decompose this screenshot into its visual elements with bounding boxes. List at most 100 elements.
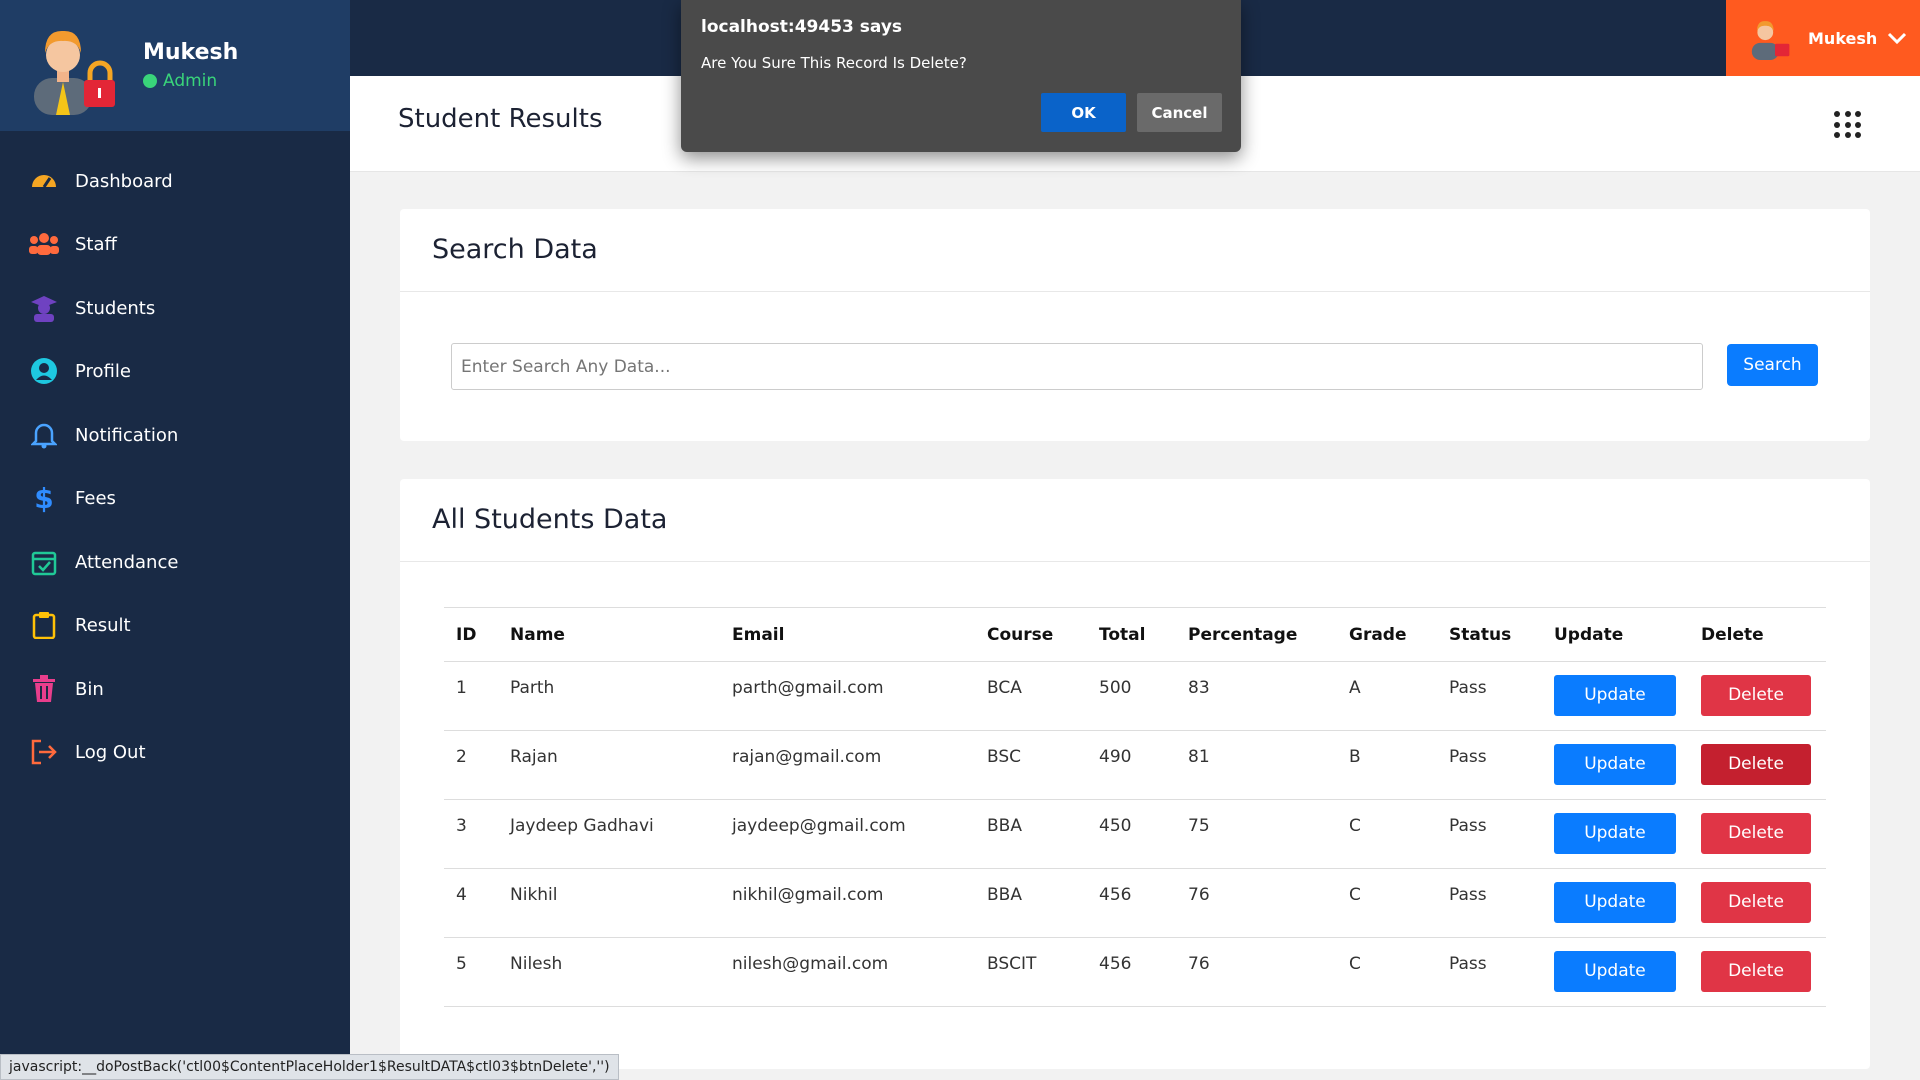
cell-id: 4 bbox=[444, 868, 498, 938]
delete-button[interactable]: Delete bbox=[1701, 882, 1811, 923]
sidebar-profile: Mukesh Admin bbox=[0, 0, 350, 131]
cell-total: 500 bbox=[1087, 661, 1176, 731]
user-menu[interactable]: Mukesh bbox=[1726, 0, 1920, 76]
dialog-title: localhost:49453 says bbox=[701, 17, 903, 37]
sidebar-item-log-out[interactable]: Log Out bbox=[0, 729, 350, 775]
user-menu-name: Mukesh bbox=[1808, 28, 1878, 48]
column-header: ID bbox=[444, 607, 498, 662]
sidebar-item-profile[interactable]: Profile bbox=[0, 348, 350, 394]
dollar-icon: $ bbox=[29, 483, 59, 513]
sidebar-item-dashboard[interactable]: Dashboard bbox=[0, 158, 350, 204]
table-header-row: ID Name Email Course Total Percentage Grade Sta… bbox=[444, 607, 1826, 662]
sidebar-item-label: Log Out bbox=[75, 741, 146, 763]
delete-button[interactable]: Delete bbox=[1701, 813, 1811, 854]
sidebar-item-label: Notification bbox=[75, 424, 179, 446]
sidebar-item-label: Result bbox=[75, 614, 131, 636]
students-table: ID Name Email Course Total Percentage Grade Sta… bbox=[444, 607, 1826, 1007]
sidebar-item-students[interactable]: Students bbox=[0, 285, 350, 331]
delete-button[interactable]: Delete bbox=[1701, 744, 1811, 785]
sidebar-item-label: Profile bbox=[75, 360, 131, 382]
cell-status: Pass bbox=[1437, 730, 1542, 800]
delete-button[interactable]: Delete bbox=[1701, 675, 1811, 716]
search-card: Search Data Search bbox=[400, 209, 1870, 441]
column-header: Grade bbox=[1337, 607, 1437, 662]
cell-grade: A bbox=[1337, 661, 1437, 731]
svg-text:$: $ bbox=[34, 483, 53, 513]
cell-status: Pass bbox=[1437, 868, 1542, 938]
column-header: Course bbox=[975, 607, 1087, 662]
cell-grade: C bbox=[1337, 937, 1437, 1007]
column-header: Name bbox=[498, 607, 720, 662]
cell-email: rajan@gmail.com bbox=[720, 730, 975, 800]
search-button[interactable]: Search bbox=[1727, 344, 1818, 386]
clipboard-icon bbox=[29, 610, 59, 640]
column-header: Delete bbox=[1689, 607, 1826, 662]
cell-course: BSCIT bbox=[975, 937, 1087, 1007]
cell-pct: 76 bbox=[1176, 868, 1337, 938]
cell-course: BSC bbox=[975, 730, 1087, 800]
user-name: Mukesh bbox=[143, 40, 239, 65]
cell-total: 490 bbox=[1087, 730, 1176, 800]
cell-id: 1 bbox=[444, 661, 498, 731]
cell-grade: B bbox=[1337, 730, 1437, 800]
sidebar: Mukesh Admin Dashboard Staff Students Profi… bbox=[0, 0, 350, 1080]
update-button[interactable]: Update bbox=[1554, 882, 1676, 923]
cell-total: 456 bbox=[1087, 937, 1176, 1007]
cell-grade: C bbox=[1337, 799, 1437, 869]
students-card: All Students Data ID Name Email Course Total… bbox=[400, 479, 1870, 1069]
delete-button[interactable]: Delete bbox=[1701, 951, 1811, 992]
table-row: 1 Parth parth@gmail.com BCA 500 83 A Pass Update… bbox=[444, 661, 1826, 731]
cell-grade: C bbox=[1337, 868, 1437, 938]
status-bar: javascript:__doPostBack('ctl00$ContentPl… bbox=[0, 1054, 619, 1080]
logout-icon bbox=[29, 737, 59, 767]
apps-grid-icon[interactable] bbox=[1834, 111, 1862, 139]
admin-avatar bbox=[34, 30, 115, 115]
cell-name: Rajan bbox=[498, 730, 720, 800]
sidebar-item-label: Attendance bbox=[75, 551, 179, 573]
table-row: 2 Rajan rajan@gmail.com BSC 490 81 B Pass Update… bbox=[444, 730, 1826, 800]
sidebar-item-label: Bin bbox=[75, 678, 104, 700]
ok-button[interactable]: OK bbox=[1041, 93, 1126, 132]
cell-pct: 76 bbox=[1176, 937, 1337, 1007]
sidebar-item-label: Students bbox=[75, 297, 156, 319]
students-card-title: All Students Data bbox=[432, 504, 668, 535]
cell-name: Nilesh bbox=[498, 937, 720, 1007]
trash-icon bbox=[29, 674, 59, 704]
update-button[interactable]: Update bbox=[1554, 951, 1676, 992]
search-card-title: Search Data bbox=[432, 234, 598, 265]
table-row: 5 Nilesh nilesh@gmail.com BSCIT 456 76 C Pass Up… bbox=[444, 937, 1826, 1007]
search-input[interactable] bbox=[451, 343, 1703, 390]
cell-email: parth@gmail.com bbox=[720, 661, 975, 731]
sidebar-item-notification[interactable]: Notification bbox=[0, 412, 350, 458]
confirm-dialog: localhost:49453 says Are You Sure This R… bbox=[681, 0, 1241, 152]
cell-status: Pass bbox=[1437, 799, 1542, 869]
cell-total: 456 bbox=[1087, 868, 1176, 938]
cell-status: Pass bbox=[1437, 661, 1542, 731]
cell-pct: 75 bbox=[1176, 799, 1337, 869]
cell-name: Jaydeep Gadhavi bbox=[498, 799, 720, 869]
cell-total: 450 bbox=[1087, 799, 1176, 869]
cell-course: BBA bbox=[975, 799, 1087, 869]
cell-id: 3 bbox=[444, 799, 498, 869]
cell-email: jaydeep@gmail.com bbox=[720, 799, 975, 869]
sidebar-item-label: Staff bbox=[75, 233, 117, 255]
chevron-down-icon bbox=[1888, 32, 1907, 45]
calendar-check-icon bbox=[29, 547, 59, 577]
sidebar-item-fees[interactable]: $ Fees bbox=[0, 475, 350, 521]
sidebar-item-result[interactable]: Result bbox=[0, 602, 350, 648]
sidebar-item-staff[interactable]: Staff bbox=[0, 221, 350, 267]
sidebar-item-attendance[interactable]: Attendance bbox=[0, 539, 350, 585]
sidebar-item-bin[interactable]: Bin bbox=[0, 666, 350, 712]
cell-id: 5 bbox=[444, 937, 498, 1007]
cell-name: Nikhil bbox=[498, 868, 720, 938]
cell-name: Parth bbox=[498, 661, 720, 731]
update-button[interactable]: Update bbox=[1554, 813, 1676, 854]
update-button[interactable]: Update bbox=[1554, 744, 1676, 785]
bell-icon bbox=[29, 420, 59, 450]
cancel-button[interactable]: Cancel bbox=[1137, 93, 1222, 132]
gauge-icon bbox=[29, 166, 59, 196]
table-row: 3 Jaydeep Gadhavi jaydeep@gmail.com BBA 450 7… bbox=[444, 799, 1826, 869]
column-header: Percentage bbox=[1176, 607, 1337, 662]
graduate-icon bbox=[29, 293, 59, 323]
update-button[interactable]: Update bbox=[1554, 675, 1676, 716]
